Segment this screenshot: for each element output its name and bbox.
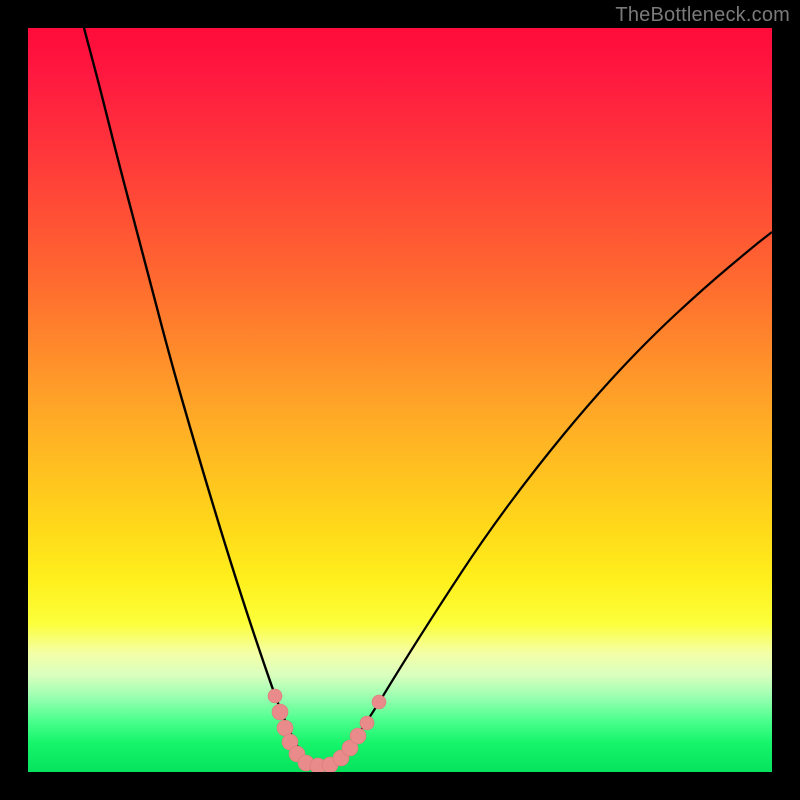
curve-left-branch (84, 28, 314, 768)
marker-cluster (268, 689, 386, 772)
chart-svg (28, 28, 772, 772)
curve-right-branch (328, 232, 772, 768)
watermark-text: TheBottleneck.com (615, 4, 790, 27)
marker-dot (268, 689, 282, 703)
marker-dot (360, 716, 374, 730)
marker-dot (272, 704, 288, 720)
plot-area (28, 28, 772, 772)
marker-dot (277, 720, 293, 736)
marker-dot (350, 728, 366, 744)
outer-frame: TheBottleneck.com (0, 0, 800, 800)
marker-dot (372, 695, 386, 709)
